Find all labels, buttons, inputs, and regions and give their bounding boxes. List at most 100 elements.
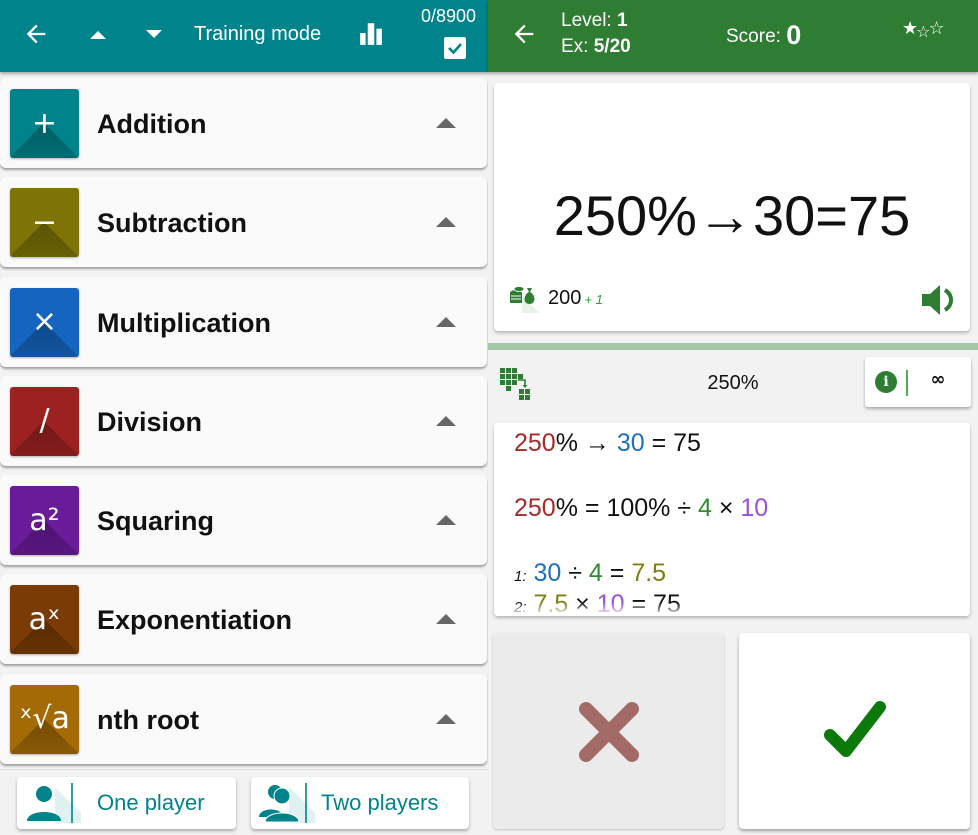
points: 200 + 1 bbox=[548, 287, 603, 310]
level-info: Level: 1 Ex: 5/20 bbox=[561, 8, 631, 60]
term-divisor: 4 bbox=[588, 559, 603, 587]
coins-bag-icon bbox=[510, 286, 540, 313]
result: = 75 bbox=[644, 429, 701, 457]
operator: = bbox=[602, 559, 632, 587]
divider bbox=[488, 343, 978, 350]
explanation-line: 250% → 30 = 75 bbox=[514, 429, 701, 458]
operation-label: nth root bbox=[97, 704, 199, 735]
points-value: 200 bbox=[548, 287, 582, 309]
one-player-label: One player bbox=[97, 790, 205, 815]
collapse-caret-icon[interactable] bbox=[436, 515, 456, 526]
score: Score: 0 bbox=[726, 20, 801, 51]
collapse-caret-icon[interactable] bbox=[436, 316, 456, 327]
term-multiplier: 10 bbox=[740, 494, 769, 522]
collapse-caret-icon[interactable] bbox=[436, 118, 456, 128]
operation-multiplication[interactable]: × Multiplication bbox=[0, 276, 487, 367]
two-players-label: Two players bbox=[321, 790, 439, 815]
bar-chart-icon[interactable] bbox=[358, 20, 384, 46]
term-base: 30 bbox=[616, 429, 645, 457]
divider bbox=[305, 783, 307, 823]
star-filled-icon: ★ bbox=[902, 18, 918, 39]
operations-panel: Training mode 0/8900 + Addition − Subtra… bbox=[0, 0, 488, 835]
speaker-icon[interactable] bbox=[920, 283, 958, 317]
term-divisor: 4 bbox=[698, 494, 712, 522]
star-empty-icon: ☆ bbox=[928, 18, 944, 39]
term-percent: 250 bbox=[514, 429, 556, 457]
times-icon: × bbox=[10, 287, 79, 357]
term-intermediate: 7.5 bbox=[631, 559, 667, 587]
operation-label: Squaring bbox=[97, 506, 215, 537]
points-bonus: + 1 bbox=[584, 292, 603, 307]
explanation-step: 1: 30 ÷ 4 = 7.5 bbox=[514, 559, 666, 588]
divider bbox=[71, 783, 73, 823]
people-icon bbox=[259, 785, 315, 823]
operation-label: Subtraction bbox=[97, 208, 248, 239]
infinity-button[interactable]: ∞ bbox=[923, 369, 953, 390]
explanation-card: 250% → 30 = 75 250% = 100% ÷ 4 × 10 1: 3… bbox=[494, 423, 970, 616]
info-icon[interactable]: i bbox=[875, 371, 897, 393]
step-index: 1: bbox=[514, 568, 527, 585]
one-player-button[interactable]: One player bbox=[17, 777, 236, 829]
operator: % → bbox=[555, 429, 617, 457]
operation-nth-root[interactable]: ˣ√a nth root bbox=[0, 673, 487, 764]
two-players-button[interactable]: Two players bbox=[251, 777, 469, 829]
collapse-caret-icon[interactable] bbox=[436, 217, 456, 228]
operation-squaring[interactable]: a² Squaring bbox=[0, 475, 487, 566]
collapse-caret-icon[interactable] bbox=[436, 713, 456, 724]
score-label: Score: bbox=[726, 26, 787, 47]
question-expression: 250%→30=75 bbox=[553, 184, 911, 247]
divide-icon: / bbox=[10, 386, 79, 456]
progress-count: 0/8900 bbox=[420, 6, 476, 26]
divider bbox=[906, 370, 908, 396]
arrow-left-icon[interactable] bbox=[510, 20, 538, 48]
level-value: 1 bbox=[616, 10, 628, 31]
mode-title: Training mode bbox=[194, 23, 322, 45]
person-icon bbox=[27, 786, 81, 823]
exercise-toolbar: Level: 1 Ex: 5/20 Score: 0 ★☆☆ bbox=[488, 0, 978, 72]
operator: ÷ bbox=[561, 559, 589, 587]
triangle-down-icon[interactable] bbox=[142, 22, 166, 46]
wrong-answer-button[interactable] bbox=[493, 633, 724, 829]
collapse-caret-icon[interactable] bbox=[436, 614, 456, 625]
star-empty-icon: ☆ bbox=[916, 22, 930, 41]
collapse-caret-icon[interactable] bbox=[436, 415, 456, 426]
cross-icon bbox=[579, 702, 639, 762]
score-value: 0 bbox=[786, 20, 802, 50]
operation-label: Addition bbox=[97, 109, 207, 139]
operation-label: Exponentiation bbox=[97, 605, 292, 636]
root-icon: ˣ√a bbox=[10, 684, 79, 754]
exercise-label: Ex: bbox=[561, 36, 594, 57]
explanation-line: 250% = 100% ÷ 4 × 10 bbox=[514, 494, 768, 523]
operation-division[interactable]: / Division bbox=[0, 375, 487, 466]
square-icon: a² bbox=[10, 486, 79, 556]
level-label: Level: bbox=[561, 10, 617, 31]
term-base: 30 bbox=[533, 559, 562, 587]
operator: × bbox=[711, 494, 741, 522]
operator: % = 100% ÷ bbox=[555, 494, 698, 522]
plus-icon: + bbox=[10, 89, 79, 158]
correct-answer-button[interactable] bbox=[739, 633, 970, 829]
triangle-up-icon[interactable] bbox=[86, 22, 110, 46]
question-card: 250%→30=75 200 + 1 bbox=[494, 83, 970, 331]
operation-list: + Addition − Subtraction × Multiplicatio… bbox=[0, 78, 488, 773]
exponent-icon: aˣ bbox=[10, 585, 79, 655]
operation-addition[interactable]: + Addition bbox=[0, 78, 487, 168]
arrow-left-icon[interactable] bbox=[22, 20, 50, 48]
exercise-value: 5/20 bbox=[593, 36, 631, 57]
star-rating: ★☆☆ bbox=[902, 18, 945, 41]
select-all-checkbox[interactable] bbox=[444, 37, 466, 59]
operation-exponentiation[interactable]: aˣ Exponentiation bbox=[0, 574, 487, 665]
minus-icon: − bbox=[10, 188, 79, 258]
hint-bar: 250% i ∞ bbox=[488, 350, 978, 416]
term-percent: 250 bbox=[514, 494, 556, 522]
scroll-fade bbox=[494, 602, 970, 616]
operation-label: Division bbox=[97, 406, 203, 437]
training-toolbar: Training mode 0/8900 bbox=[0, 0, 488, 72]
checkmark-icon bbox=[824, 701, 886, 757]
operation-subtraction[interactable]: − Subtraction bbox=[0, 177, 487, 268]
hint-options: i ∞ bbox=[865, 357, 971, 407]
operation-label: Multiplication bbox=[97, 307, 271, 338]
exercise-panel: Level: 1 Ex: 5/20 Score: 0 ★☆☆ 250%→30=7… bbox=[488, 0, 978, 835]
checkmark-icon bbox=[448, 43, 462, 55]
divider bbox=[0, 769, 488, 770]
